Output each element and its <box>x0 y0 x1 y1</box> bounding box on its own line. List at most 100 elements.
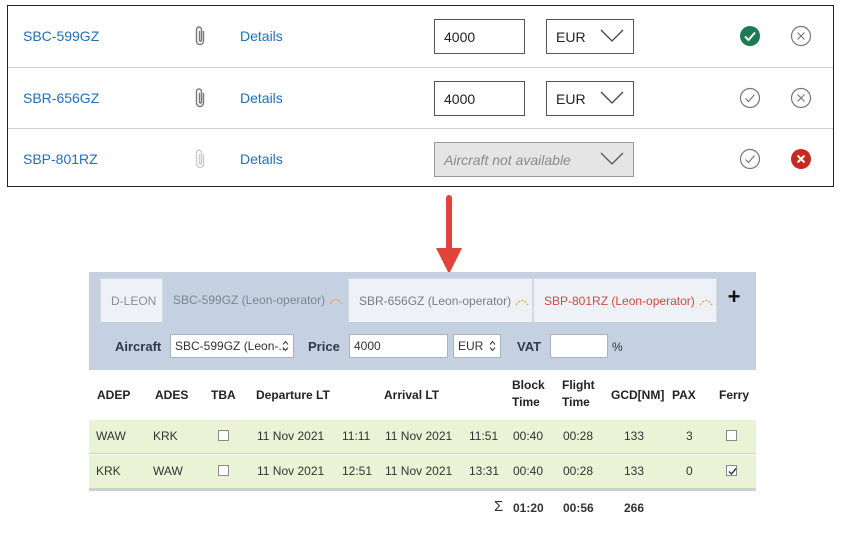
currency-value: EUR <box>556 91 586 107</box>
column-header-arrival: Arrival LT <box>384 388 440 402</box>
tab-label: SBP-801RZ (Leon-operator) <box>544 294 695 308</box>
leg-ades: KRK <box>153 429 178 443</box>
updown-arrows-icon <box>489 340 496 352</box>
ferry-checkbox-checked[interactable] <box>726 465 737 476</box>
leg-ades: WAW <box>153 464 183 478</box>
accept-checked-icon[interactable] <box>739 25 761 47</box>
total-flight-time: 00:56 <box>563 501 594 515</box>
aircraft-registration-link[interactable]: SBC-599GZ <box>23 28 99 44</box>
currency-value: EUR <box>556 29 586 45</box>
tab-sbp-801rz[interactable]: SBP-801RZ (Leon-operator) <box>533 278 717 322</box>
accept-icon[interactable] <box>739 148 761 170</box>
price-input[interactable] <box>434 19 525 54</box>
checkmark-icon <box>728 468 737 476</box>
paperclip-icon[interactable] <box>193 25 207 47</box>
column-header-line: Flight <box>562 378 595 392</box>
quote-row: SBR-656GZ Details EUR <box>8 67 833 129</box>
column-header-line: Time <box>512 395 540 409</box>
column-header-adep: ADEP <box>97 388 131 402</box>
currency-select-value: EUR <box>458 339 484 353</box>
leg-departure-time[interactable]: 11:11 <box>342 429 370 443</box>
aircraft-not-available-select: Aircraft not available <box>434 142 634 177</box>
leg-flight-time: 00:28 <box>563 464 594 478</box>
reject-checked-icon[interactable] <box>790 148 812 170</box>
percent-label: % <box>612 340 623 354</box>
leg-block-time: 00:40 <box>513 464 544 478</box>
flight-path-icon <box>699 299 713 306</box>
flight-path-icon <box>329 298 343 305</box>
currency-select[interactable]: EUR <box>546 81 634 116</box>
tba-checkbox[interactable] <box>218 465 229 476</box>
trip-editor-panel: D-LEON SBC-599GZ (Leon-operator) SBR-656… <box>89 272 756 530</box>
leg-pax[interactable]: 3 <box>686 429 693 443</box>
column-header-pax: PAX <box>672 388 696 402</box>
details-link[interactable]: Details <box>240 28 283 44</box>
quote-row: SBC-599GZ Details EUR <box>8 6 833 67</box>
leg-arrival-time[interactable]: 13:31 <box>469 464 499 478</box>
column-header-line: Time <box>562 395 590 409</box>
details-link[interactable]: Details <box>240 90 283 106</box>
leg-pax[interactable]: 0 <box>686 464 693 478</box>
pricing-bar: Aircraft SBC-599GZ (Leon-... Price EUR V… <box>89 322 756 370</box>
tab-sbr-656gz[interactable]: SBR-656GZ (Leon-operator) <box>348 278 533 322</box>
leg-departure-date[interactable]: 11 Nov 2021 <box>257 464 324 478</box>
aircraft-select[interactable]: SBC-599GZ (Leon-... <box>170 334 294 358</box>
leg-row: WAW KRK 11 Nov 2021 11:11 11 Nov 2021 11… <box>89 420 756 454</box>
sigma-icon: Σ <box>494 498 504 515</box>
column-header-ferry: Ferry <box>719 388 750 402</box>
updown-arrows-icon <box>282 340 289 352</box>
leg-row: KRK WAW 11 Nov 2021 12:51 11 Nov 2021 13… <box>89 455 756 489</box>
chevron-down-icon <box>600 91 624 104</box>
leg-flight-time: 00:28 <box>563 429 594 443</box>
leg-gcd: 133 <box>624 429 645 443</box>
column-header-gcd: GCD[NM] <box>611 388 665 402</box>
paperclip-icon <box>195 149 205 169</box>
ferry-checkbox[interactable] <box>726 430 737 441</box>
down-arrow-icon <box>436 195 462 274</box>
aircraft-label: Aircraft <box>115 339 162 354</box>
totals-divider <box>89 489 756 491</box>
quote-comparison-panel: SBC-599GZ Details EUR SBR-656GZ Details … <box>7 5 834 187</box>
vat-input[interactable] <box>550 334 608 358</box>
column-header-block-time: Block Time <box>512 377 545 411</box>
total-block-time: 01:20 <box>513 501 544 515</box>
leg-adep: KRK <box>96 464 121 478</box>
leg-gcd: 133 <box>624 464 645 478</box>
paperclip-icon[interactable] <box>193 87 207 109</box>
price-input[interactable] <box>349 334 448 358</box>
price-input[interactable] <box>434 81 525 116</box>
tab-label: SBR-656GZ (Leon-operator) <box>359 294 512 308</box>
quote-row: SBP-801RZ Details Aircraft not available <box>8 128 833 190</box>
accept-icon[interactable] <box>739 87 761 109</box>
column-header-tba: TBA <box>211 388 236 402</box>
leg-arrival-time[interactable]: 11:51 <box>469 429 498 443</box>
flight-path-icon <box>515 299 529 306</box>
price-label: Price <box>308 339 340 354</box>
tab-d-leon[interactable]: D-LEON <box>100 278 163 322</box>
chevron-down-icon <box>600 152 624 165</box>
aircraft-registration-link[interactable]: SBR-656GZ <box>23 90 99 106</box>
tab-sbc-599gz[interactable]: SBC-599GZ (Leon-operator) <box>163 278 348 322</box>
column-header-ades: ADES <box>155 388 189 402</box>
chevron-down-icon <box>600 29 624 42</box>
not-available-text: Aircraft not available <box>444 152 571 168</box>
aircraft-tab-bar: D-LEON SBC-599GZ (Leon-operator) SBR-656… <box>89 272 756 322</box>
aircraft-select-value: SBC-599GZ (Leon-... <box>175 339 289 353</box>
leg-departure-date[interactable]: 11 Nov 2021 <box>257 429 324 443</box>
leg-adep: WAW <box>96 429 126 443</box>
reject-icon[interactable] <box>790 25 812 47</box>
tba-checkbox[interactable] <box>218 430 229 441</box>
leg-arrival-date[interactable]: 11 Nov 2021 <box>385 429 452 443</box>
aircraft-registration-link[interactable]: SBP-801RZ <box>23 151 98 167</box>
column-header-flight-time: Flight Time <box>562 377 595 411</box>
currency-select[interactable]: EUR <box>453 334 501 358</box>
add-tab-button[interactable]: + <box>723 286 745 308</box>
leg-arrival-date[interactable]: 11 Nov 2021 <box>385 464 452 478</box>
currency-select[interactable]: EUR <box>546 19 634 54</box>
vat-label: VAT <box>517 339 542 354</box>
tab-label: SBC-599GZ (Leon-operator) <box>173 293 326 307</box>
leg-departure-time[interactable]: 12:51 <box>342 464 372 478</box>
column-header-departure: Departure LT <box>256 388 330 402</box>
details-link[interactable]: Details <box>240 151 283 167</box>
reject-icon[interactable] <box>790 87 812 109</box>
